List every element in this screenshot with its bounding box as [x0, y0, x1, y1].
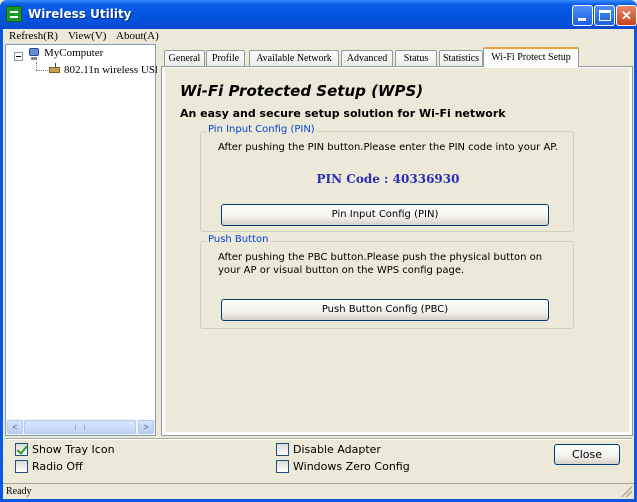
maximize-icon: [599, 10, 611, 21]
tab-strip: General Profile Available Network Advanc…: [161, 47, 634, 67]
scroll-left-icon[interactable]: <: [7, 420, 23, 434]
checkbox-checked-icon[interactable]: [15, 443, 28, 456]
disable-adapter-label: Disable Adapter: [293, 443, 381, 456]
client-area: Refresh(R) View(V) About(A) MyComputer 8…: [3, 29, 634, 499]
device-tree[interactable]: MyComputer 802.11n wireless USB < >: [5, 44, 162, 436]
tree-collapse-icon[interactable]: [14, 52, 23, 61]
tab-advanced[interactable]: Advanced: [341, 50, 393, 67]
pin-code-value: PIN Code : 40336930: [316, 172, 460, 186]
radio-off-label: Radio Off: [32, 460, 83, 473]
page-subtitle: An easy and secure setup solution for Wi…: [180, 107, 506, 120]
pin-description: After pushing the PIN button.Please ente…: [218, 142, 558, 153]
tab-profile[interactable]: Profile: [206, 50, 245, 67]
tab-status[interactable]: Status: [395, 50, 437, 67]
windows-zero-config-label: Windows Zero Config: [293, 460, 410, 473]
disable-adapter-checkbox[interactable]: Disable Adapter: [276, 443, 436, 457]
push-button-group: Push Button After pushing the PBC button…: [200, 234, 574, 329]
pbc-description: After pushing the PBC button.Please push…: [218, 252, 543, 276]
pin-config-group: Pin Input Config (PIN) After pushing the…: [200, 124, 574, 232]
menu-refresh[interactable]: Refresh(R): [9, 30, 58, 42]
tab-panel: Wi-Fi Protected Setup (WPS) An easy and …: [161, 66, 633, 436]
status-bar: Ready: [3, 483, 634, 499]
close-icon: ✕: [621, 8, 632, 23]
status-text: Ready: [6, 486, 32, 497]
pin-group-label: Pin Input Config (PIN): [206, 124, 317, 135]
show-tray-icon-checkbox[interactable]: Show Tray Icon: [15, 443, 175, 457]
close-window-button[interactable]: ✕: [616, 5, 637, 26]
checkbox-icon[interactable]: [15, 460, 28, 473]
tree-item-mycomputer[interactable]: MyComputer: [44, 47, 103, 59]
page-title: Wi-Fi Protected Setup (WPS): [180, 82, 424, 100]
wireless-adapter-icon: [49, 63, 61, 75]
pbc-group-label: Push Button: [206, 234, 271, 245]
tree-item-adapter[interactable]: 802.11n wireless USB: [64, 64, 162, 76]
window-title: Wireless Utility: [28, 7, 132, 21]
close-button[interactable]: Close: [554, 444, 620, 465]
wps-content: Wi-Fi Protected Setup (WPS) An easy and …: [165, 68, 629, 432]
scroll-right-icon[interactable]: >: [138, 420, 154, 434]
checkbox-icon[interactable]: [276, 460, 289, 473]
tab-general[interactable]: General: [164, 50, 205, 67]
resize-grip-icon[interactable]: [621, 486, 632, 497]
pin-input-config-button[interactable]: Pin Input Config (PIN): [221, 204, 549, 226]
checkbox-icon[interactable]: [276, 443, 289, 456]
tab-wifi-protect-setup[interactable]: Wi-Fi Protect Setup: [483, 47, 579, 67]
menu-view[interactable]: View(V): [68, 30, 106, 42]
title-bar[interactable]: Wireless Utility ✕: [0, 0, 637, 29]
wireless-utility-app-icon: [6, 6, 22, 22]
push-button-config-button[interactable]: Push Button Config (PBC): [221, 299, 549, 321]
show-tray-icon-label: Show Tray Icon: [32, 443, 115, 456]
windows-zero-config-checkbox[interactable]: Windows Zero Config: [276, 460, 436, 474]
radio-off-checkbox[interactable]: Radio Off: [15, 460, 175, 474]
divider: [5, 438, 632, 440]
minimize-button[interactable]: [572, 5, 593, 26]
tab-available-network[interactable]: Available Network: [249, 50, 339, 67]
computer-icon: [28, 48, 40, 62]
scrollbar-thumb[interactable]: [24, 420, 136, 434]
minimize-icon: [578, 18, 586, 21]
tab-statistics[interactable]: Statistics: [439, 50, 483, 67]
app-window: Wireless Utility ✕ Refresh(R) View(V) Ab…: [0, 0, 637, 502]
menu-about[interactable]: About(A): [116, 30, 159, 42]
tree-horizontal-scrollbar[interactable]: < >: [6, 419, 155, 435]
menu-bar: Refresh(R) View(V) About(A): [3, 29, 634, 43]
maximize-button[interactable]: [594, 5, 615, 26]
